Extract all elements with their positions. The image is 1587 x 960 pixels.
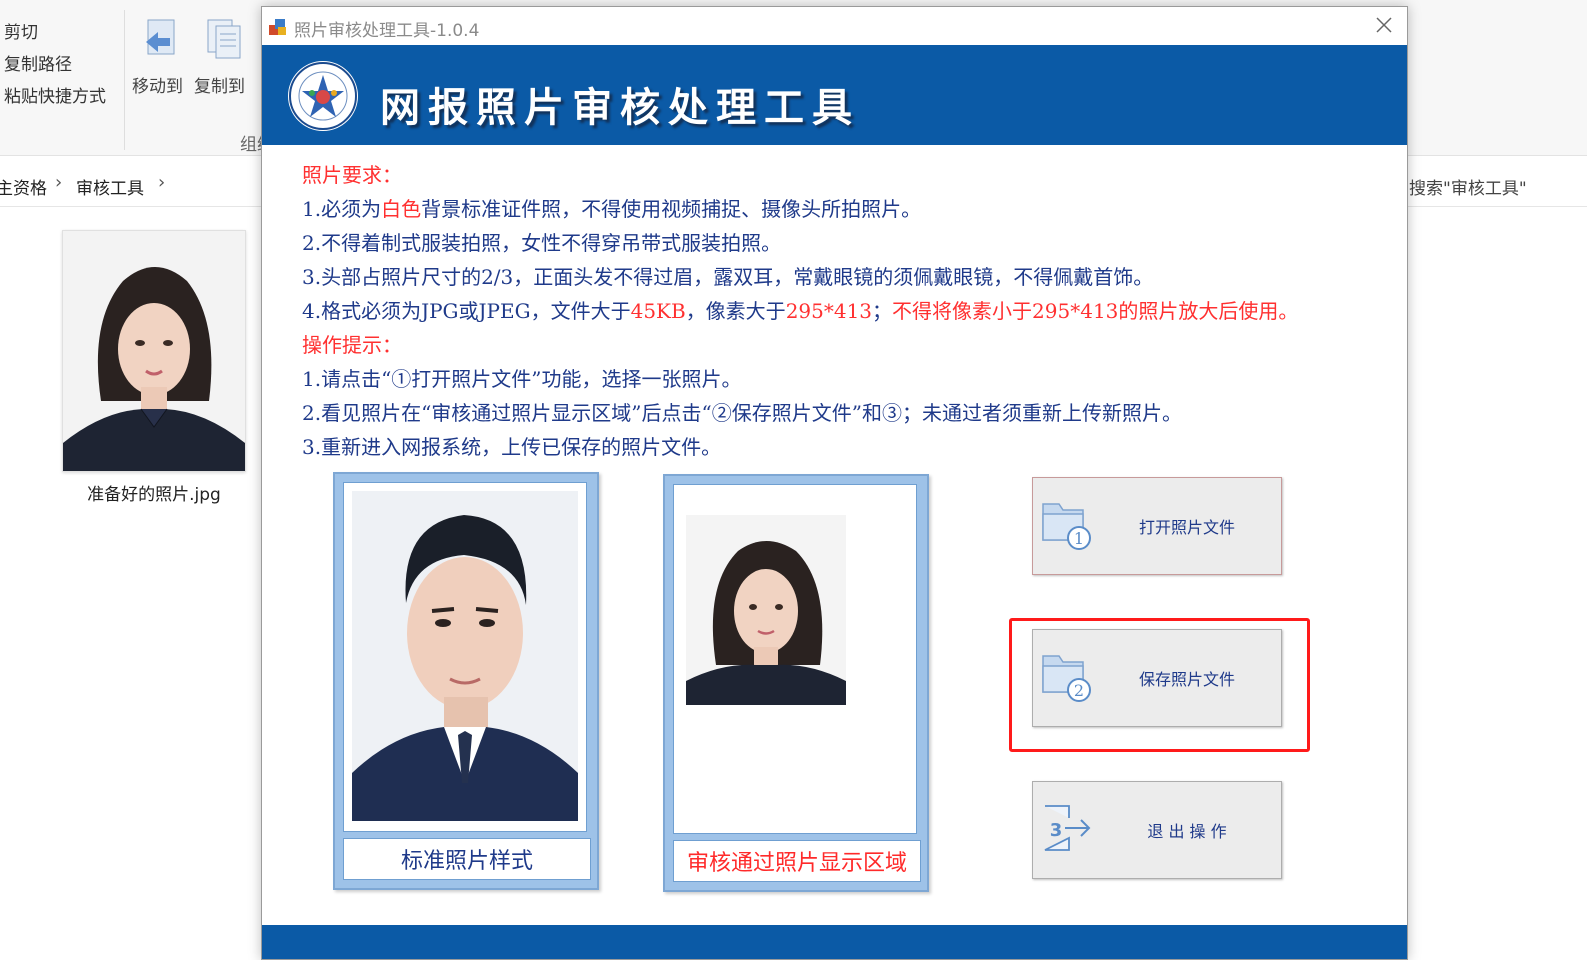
requirement-highlight: 45KB: [630, 299, 686, 323]
requirement-text: ；: [872, 299, 893, 323]
search-placeholder: 搜索"审核工具": [1409, 179, 1527, 199]
requirement-highlight: 白色: [381, 197, 422, 221]
header-banner: 网报照片审核处理工具: [262, 45, 1407, 145]
exit-label: 退 出 操 作: [1147, 822, 1227, 841]
close-icon: [1376, 17, 1392, 33]
file-thumbnail: [62, 230, 246, 472]
file-item[interactable]: 准备好的照片.jpg: [62, 230, 246, 515]
breadcrumb-item[interactable]: 审核工具: [76, 174, 144, 199]
move-to-button[interactable]: 移动到: [132, 72, 183, 97]
requirement-text: 背景标准证件照，不得使用视频捕捉、摄像头所拍照片。: [421, 197, 922, 221]
sample-photo: [343, 482, 587, 832]
open-photo-label: 打开照片文件: [1138, 518, 1235, 537]
emblem-logo-icon: [288, 61, 358, 131]
window-title: 照片审核处理工具-1.0.4: [294, 21, 480, 41]
title-bar[interactable]: 照片审核处理工具-1.0.4: [262, 7, 1407, 45]
tip-line: 2.看见照片在“审核通过照片显示区域”后点击“②保存照片文件”和③；未通过者须重…: [302, 401, 1182, 425]
breadcrumb-item[interactable]: 主资格: [0, 174, 47, 199]
requirement-highlight: 不得将像素小于295*413的照片放大后使用。: [892, 299, 1299, 323]
search-input[interactable]: 搜索"审核工具": [1405, 166, 1587, 202]
requirement-line: 4.格式必须为JPG或JPEG，文件大于45KB，像素大于295*413；不得将…: [302, 295, 1298, 324]
paste-shortcut-button[interactable]: 粘贴快捷方式: [4, 82, 106, 107]
sample-photo-caption: 标准照片样式: [343, 838, 591, 880]
approved-photo-caption: 审核通过照片显示区域: [673, 840, 921, 882]
tips-heading: 操作提示：: [302, 333, 402, 357]
banner-title: 网报照片审核处理工具: [380, 84, 860, 131]
chevron-right-icon[interactable]: ›: [55, 172, 62, 193]
badge-number: 3: [1050, 820, 1063, 841]
requirement-line: 2.不得着制式服装拍照，女性不得穿吊带式服装拍照。: [302, 231, 782, 255]
requirements-heading: 照片要求：: [302, 163, 402, 187]
photo-tool-dialog: 照片审核处理工具-1.0.4 网报照片审核处理工具 照片要求： 1.必须为白色背…: [261, 6, 1408, 960]
requirement-line: 1.必须为白色背景标准证件照，不得使用视频捕捉、摄像头所拍照片。: [302, 193, 921, 222]
copy-to-button[interactable]: 复制到: [194, 72, 245, 97]
folder-open-icon: 1: [1039, 496, 1095, 554]
tip-line: 1.请点击“①打开照片文件”功能，选择一张照片。: [302, 367, 742, 391]
copy-to-icon: [206, 18, 244, 60]
cut-button[interactable]: 剪切: [4, 18, 38, 43]
highlight-box: [1009, 618, 1310, 752]
requirement-text: ，像素大于: [685, 299, 786, 323]
approved-photo-panel: 审核通过照片显示区域: [663, 474, 929, 892]
app-icon: [268, 17, 288, 37]
requirement-text: 1.必须为: [302, 197, 382, 221]
move-to-icon: [144, 18, 182, 60]
requirement-text: 4.格式必须为JPG或JPEG，文件大于: [302, 299, 631, 323]
badge-number: 1: [1074, 529, 1084, 548]
exit-button[interactable]: 3 退 出 操 作: [1032, 781, 1282, 879]
ribbon-divider: [124, 10, 125, 150]
sample-photo-panel: 标准照片样式: [333, 472, 599, 890]
footer-bar: [262, 925, 1407, 959]
file-name: 准备好的照片.jpg: [87, 485, 221, 505]
chevron-right-icon[interactable]: ›: [158, 172, 165, 193]
approved-photo-area: [673, 484, 917, 834]
close-button[interactable]: [1361, 7, 1407, 43]
copy-path-button[interactable]: 复制路径: [4, 50, 72, 75]
open-photo-button[interactable]: 1 打开照片文件: [1032, 477, 1282, 575]
tip-line: 3.重新进入网报系统，上传已保存的照片文件。: [302, 435, 722, 459]
requirement-highlight: 295*413: [785, 299, 873, 323]
requirement-line: 3.头部占照片尺寸的2/3，正面头发不得过眉，露双耳，常戴眼镜的须佩戴眼镜，不得…: [302, 265, 1154, 289]
exit-arrow-icon: 3: [1039, 800, 1095, 858]
